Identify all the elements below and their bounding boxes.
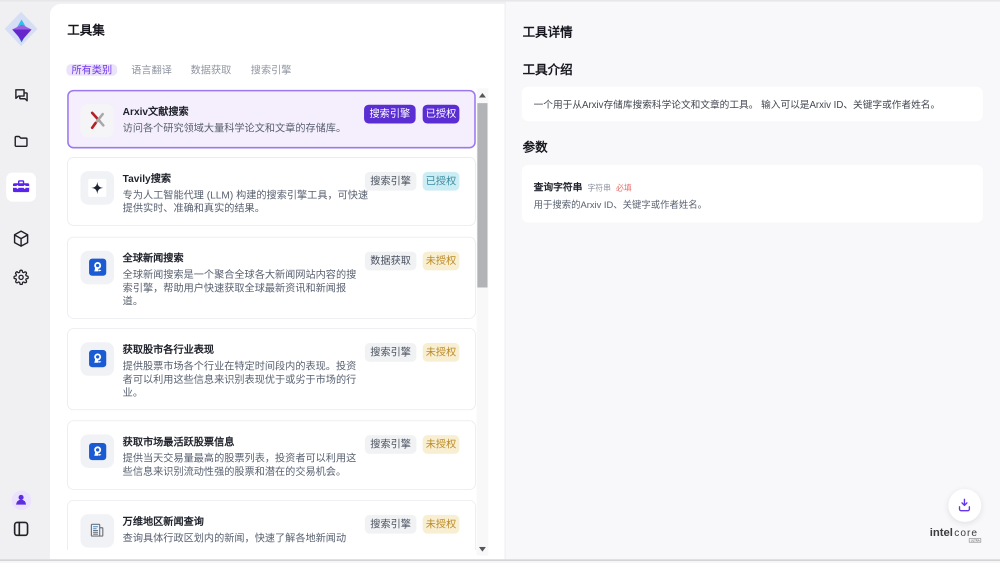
svg-text:core: core <box>954 528 978 539</box>
svg-text:intel: intel <box>930 527 953 539</box>
svg-text:ULTRA: ULTRA <box>971 539 980 543</box>
